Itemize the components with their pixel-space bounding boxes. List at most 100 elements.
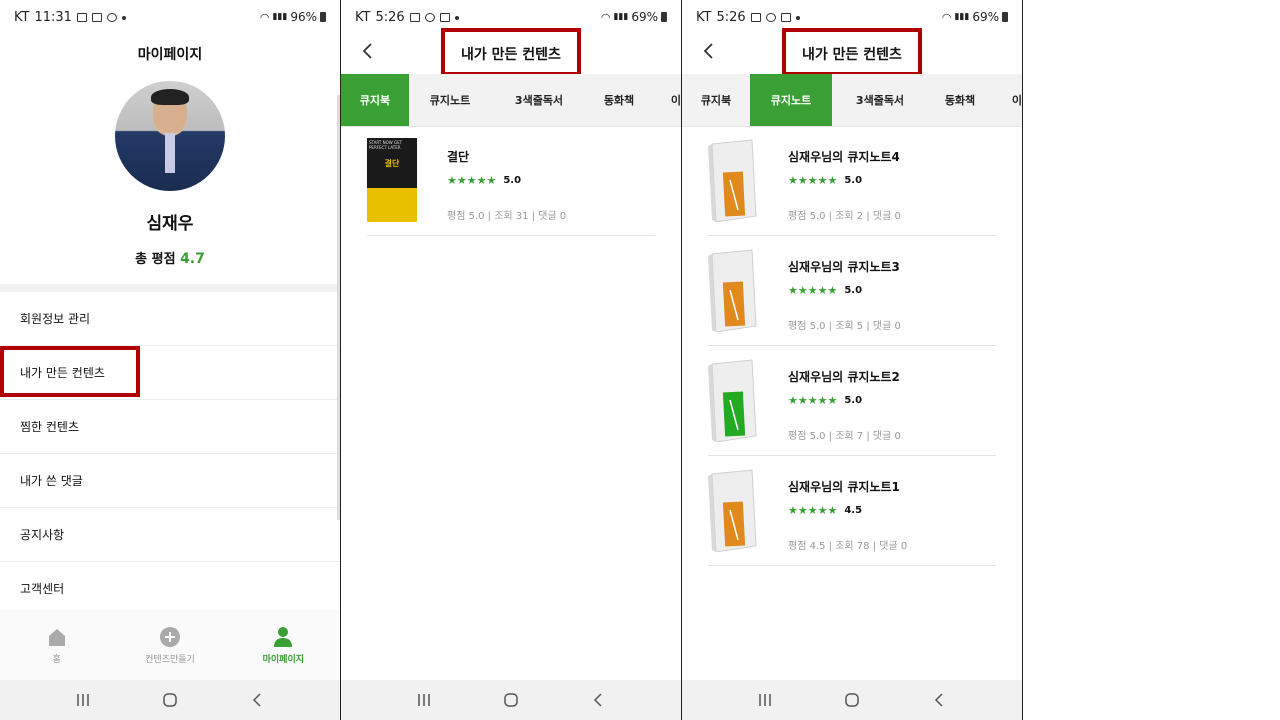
rating-value: 5.0 bbox=[844, 175, 863, 186]
item-title: 심재우님의 큐지노트4 bbox=[788, 150, 900, 164]
item-meta: 평점 5.0 | 조회 31 | 댓글 0 bbox=[447, 211, 567, 222]
list-item[interactable]: 심재우님의 큐지노트4 ★★★★★ 5.0 평점 5.0 | 조회 2 | 댓글 0 bbox=[708, 126, 996, 236]
content-list: START NOW GET PERFECT LATER 결단 결단 ★★★★★ 5… bbox=[367, 126, 655, 236]
highlight-box bbox=[0, 346, 140, 397]
more-dot-icon bbox=[795, 15, 800, 20]
wifi-icon: ◠ bbox=[941, 10, 952, 24]
clock: 5:26 bbox=[375, 10, 405, 25]
tab-more[interactable]: 이 bbox=[992, 74, 1022, 126]
tab-more[interactable]: 이 bbox=[651, 74, 681, 126]
chat-icon bbox=[424, 13, 435, 22]
recent-apps-icon[interactable] bbox=[409, 693, 439, 707]
item-meta: 평점 5.0 | 조회 7 | 댓글 0 bbox=[788, 431, 901, 442]
book-cover-image: START NOW GET PERFECT LATER 결단 bbox=[367, 138, 417, 222]
rating-stars: ★★★★★ 5.0 bbox=[788, 394, 862, 407]
nav-create-label: 컨텐츠만들기 bbox=[145, 655, 195, 665]
menu-list: 회원정보 관리 내가 만든 컨텐츠 찜한 컨텐츠 내가 쓴 댓글 공지사항 고객… bbox=[0, 292, 340, 616]
tab-qzinote[interactable]: 큐지노트 bbox=[750, 74, 832, 126]
list-item[interactable]: 심재우님의 큐지노트2 ★★★★★ 5.0 평점 5.0 | 조회 7 | 댓글 0 bbox=[708, 346, 996, 456]
menu-item-member-info[interactable]: 회원정보 관리 bbox=[0, 292, 340, 346]
person-icon bbox=[273, 622, 293, 652]
carrier-label: KT bbox=[14, 10, 30, 25]
wifi-icon: ◠ bbox=[600, 10, 611, 24]
screen-my-contents-books: KT 5:26 ◠ ▮▮▮ 69% 내가 만든 컨텐츠 큐지북 큐지노트 3색줄… bbox=[341, 0, 681, 720]
content-list: 심재우님의 큐지노트4 ★★★★★ 5.0 평점 5.0 | 조회 2 | 댓글 0심… bbox=[708, 126, 996, 566]
avatar bbox=[115, 81, 225, 191]
bottom-nav: 홈 컨텐츠만들기 마이페이지 bbox=[0, 610, 340, 680]
item-meta: 평점 5.0 | 조회 5 | 댓글 0 bbox=[788, 321, 901, 332]
star-icon: ★★★★★ bbox=[788, 174, 838, 187]
back-button-icon[interactable] bbox=[583, 693, 613, 707]
home-button-icon[interactable] bbox=[155, 692, 185, 708]
item-title: 결단 bbox=[447, 150, 470, 164]
tab-3color-reading[interactable]: 3색줄독서 bbox=[832, 74, 928, 126]
tab-storybook[interactable]: 동화책 bbox=[587, 74, 651, 126]
tab-qzinote[interactable]: 큐지노트 bbox=[409, 74, 491, 126]
total-rating-label: 총 평점 bbox=[135, 252, 176, 267]
tab-storybook[interactable]: 동화책 bbox=[928, 74, 992, 126]
chat-icon bbox=[765, 13, 776, 22]
gallery-icon bbox=[76, 13, 87, 22]
nav-home[interactable]: 홈 bbox=[0, 610, 113, 680]
total-rating-value: 4.7 bbox=[180, 251, 205, 267]
item-meta: 평점 5.0 | 조회 2 | 댓글 0 bbox=[788, 211, 901, 222]
system-nav-bar bbox=[0, 680, 340, 720]
star-icon: ★★★★★ bbox=[788, 284, 838, 297]
recent-apps-icon[interactable] bbox=[750, 693, 780, 707]
menu-item-customer-center[interactable]: 고객센터 bbox=[0, 562, 340, 616]
back-button-icon[interactable] bbox=[242, 693, 272, 707]
carrier-label: KT bbox=[355, 10, 371, 25]
profile-name: 심재우 bbox=[146, 214, 194, 234]
signal-icon: ▮▮▮ bbox=[272, 12, 288, 22]
battery-level: 69% bbox=[972, 10, 999, 24]
clock: 11:31 bbox=[34, 10, 72, 25]
nav-create-content[interactable]: 컨텐츠만들기 bbox=[113, 610, 226, 680]
battery-level: 69% bbox=[631, 10, 658, 24]
menu-item-notices[interactable]: 공지사항 bbox=[0, 508, 340, 562]
home-button-icon[interactable] bbox=[837, 692, 867, 708]
total-rating: 총 평점 4.7 bbox=[0, 248, 340, 267]
tab-qzibook[interactable]: 큐지북 bbox=[341, 74, 409, 126]
mail-icon bbox=[750, 13, 761, 22]
screen-mypage: KT 11:31 ◠ ▮▮▮ 96% 마이페이지 심재우 총 평점 4.7 회원… bbox=[0, 0, 340, 720]
tab-3color-reading[interactable]: 3색줄독서 bbox=[491, 74, 587, 126]
plus-circle-icon bbox=[159, 622, 181, 652]
battery-icon bbox=[320, 12, 326, 22]
menu-item-my-comments[interactable]: 내가 쓴 댓글 bbox=[0, 454, 340, 508]
star-icon: ★★★★★ bbox=[788, 504, 838, 517]
highlight-box bbox=[441, 28, 581, 76]
mail-icon bbox=[91, 13, 102, 22]
more-dot-icon bbox=[454, 15, 459, 20]
rating-stars: ★★★★★ 5.0 bbox=[788, 284, 862, 297]
rating-stars: ★★★★★ 5.0 bbox=[788, 174, 862, 187]
item-title: 심재우님의 큐지노트2 bbox=[788, 370, 900, 384]
list-item[interactable]: START NOW GET PERFECT LATER 결단 결단 ★★★★★ 5… bbox=[367, 126, 655, 236]
page-title: 마이페이지 bbox=[137, 47, 203, 63]
battery-icon bbox=[1002, 12, 1008, 22]
battery-icon bbox=[661, 12, 667, 22]
clock: 5:26 bbox=[716, 10, 746, 25]
nav-mypage[interactable]: 마이페이지 bbox=[227, 610, 340, 680]
menu-item-favorites[interactable]: 찜한 컨텐츠 bbox=[0, 400, 340, 454]
highlight-box bbox=[782, 28, 922, 76]
status-bar: KT 11:31 ◠ ▮▮▮ 96% bbox=[0, 0, 340, 34]
carrier-label: KT bbox=[696, 10, 712, 25]
system-nav-bar bbox=[682, 680, 1022, 720]
tab-qzibook[interactable]: 큐지북 bbox=[682, 74, 750, 126]
item-title: 심재우님의 큐지노트1 bbox=[788, 480, 900, 494]
star-icon: ★★★★★ bbox=[788, 394, 838, 407]
battery-level: 96% bbox=[290, 10, 317, 24]
section-divider bbox=[0, 284, 340, 292]
home-button-icon[interactable] bbox=[496, 692, 526, 708]
back-button-icon[interactable] bbox=[924, 693, 954, 707]
content-tabs: 큐지북 큐지노트 3색줄독서 동화책 이 bbox=[341, 74, 681, 127]
mail-icon bbox=[409, 13, 420, 22]
note-book-image bbox=[708, 139, 757, 222]
gallery-icon bbox=[439, 13, 450, 22]
screen-divider bbox=[1022, 0, 1023, 720]
recent-apps-icon[interactable] bbox=[68, 693, 98, 707]
rating-value: 5.0 bbox=[503, 175, 522, 186]
list-item[interactable]: 심재우님의 큐지노트1 ★★★★★ 4.5 평점 4.5 | 조회 78 | 댓글 0 bbox=[708, 456, 996, 566]
list-item[interactable]: 심재우님의 큐지노트3 ★★★★★ 5.0 평점 5.0 | 조회 5 | 댓글 0 bbox=[708, 236, 996, 346]
gallery-icon bbox=[780, 13, 791, 22]
